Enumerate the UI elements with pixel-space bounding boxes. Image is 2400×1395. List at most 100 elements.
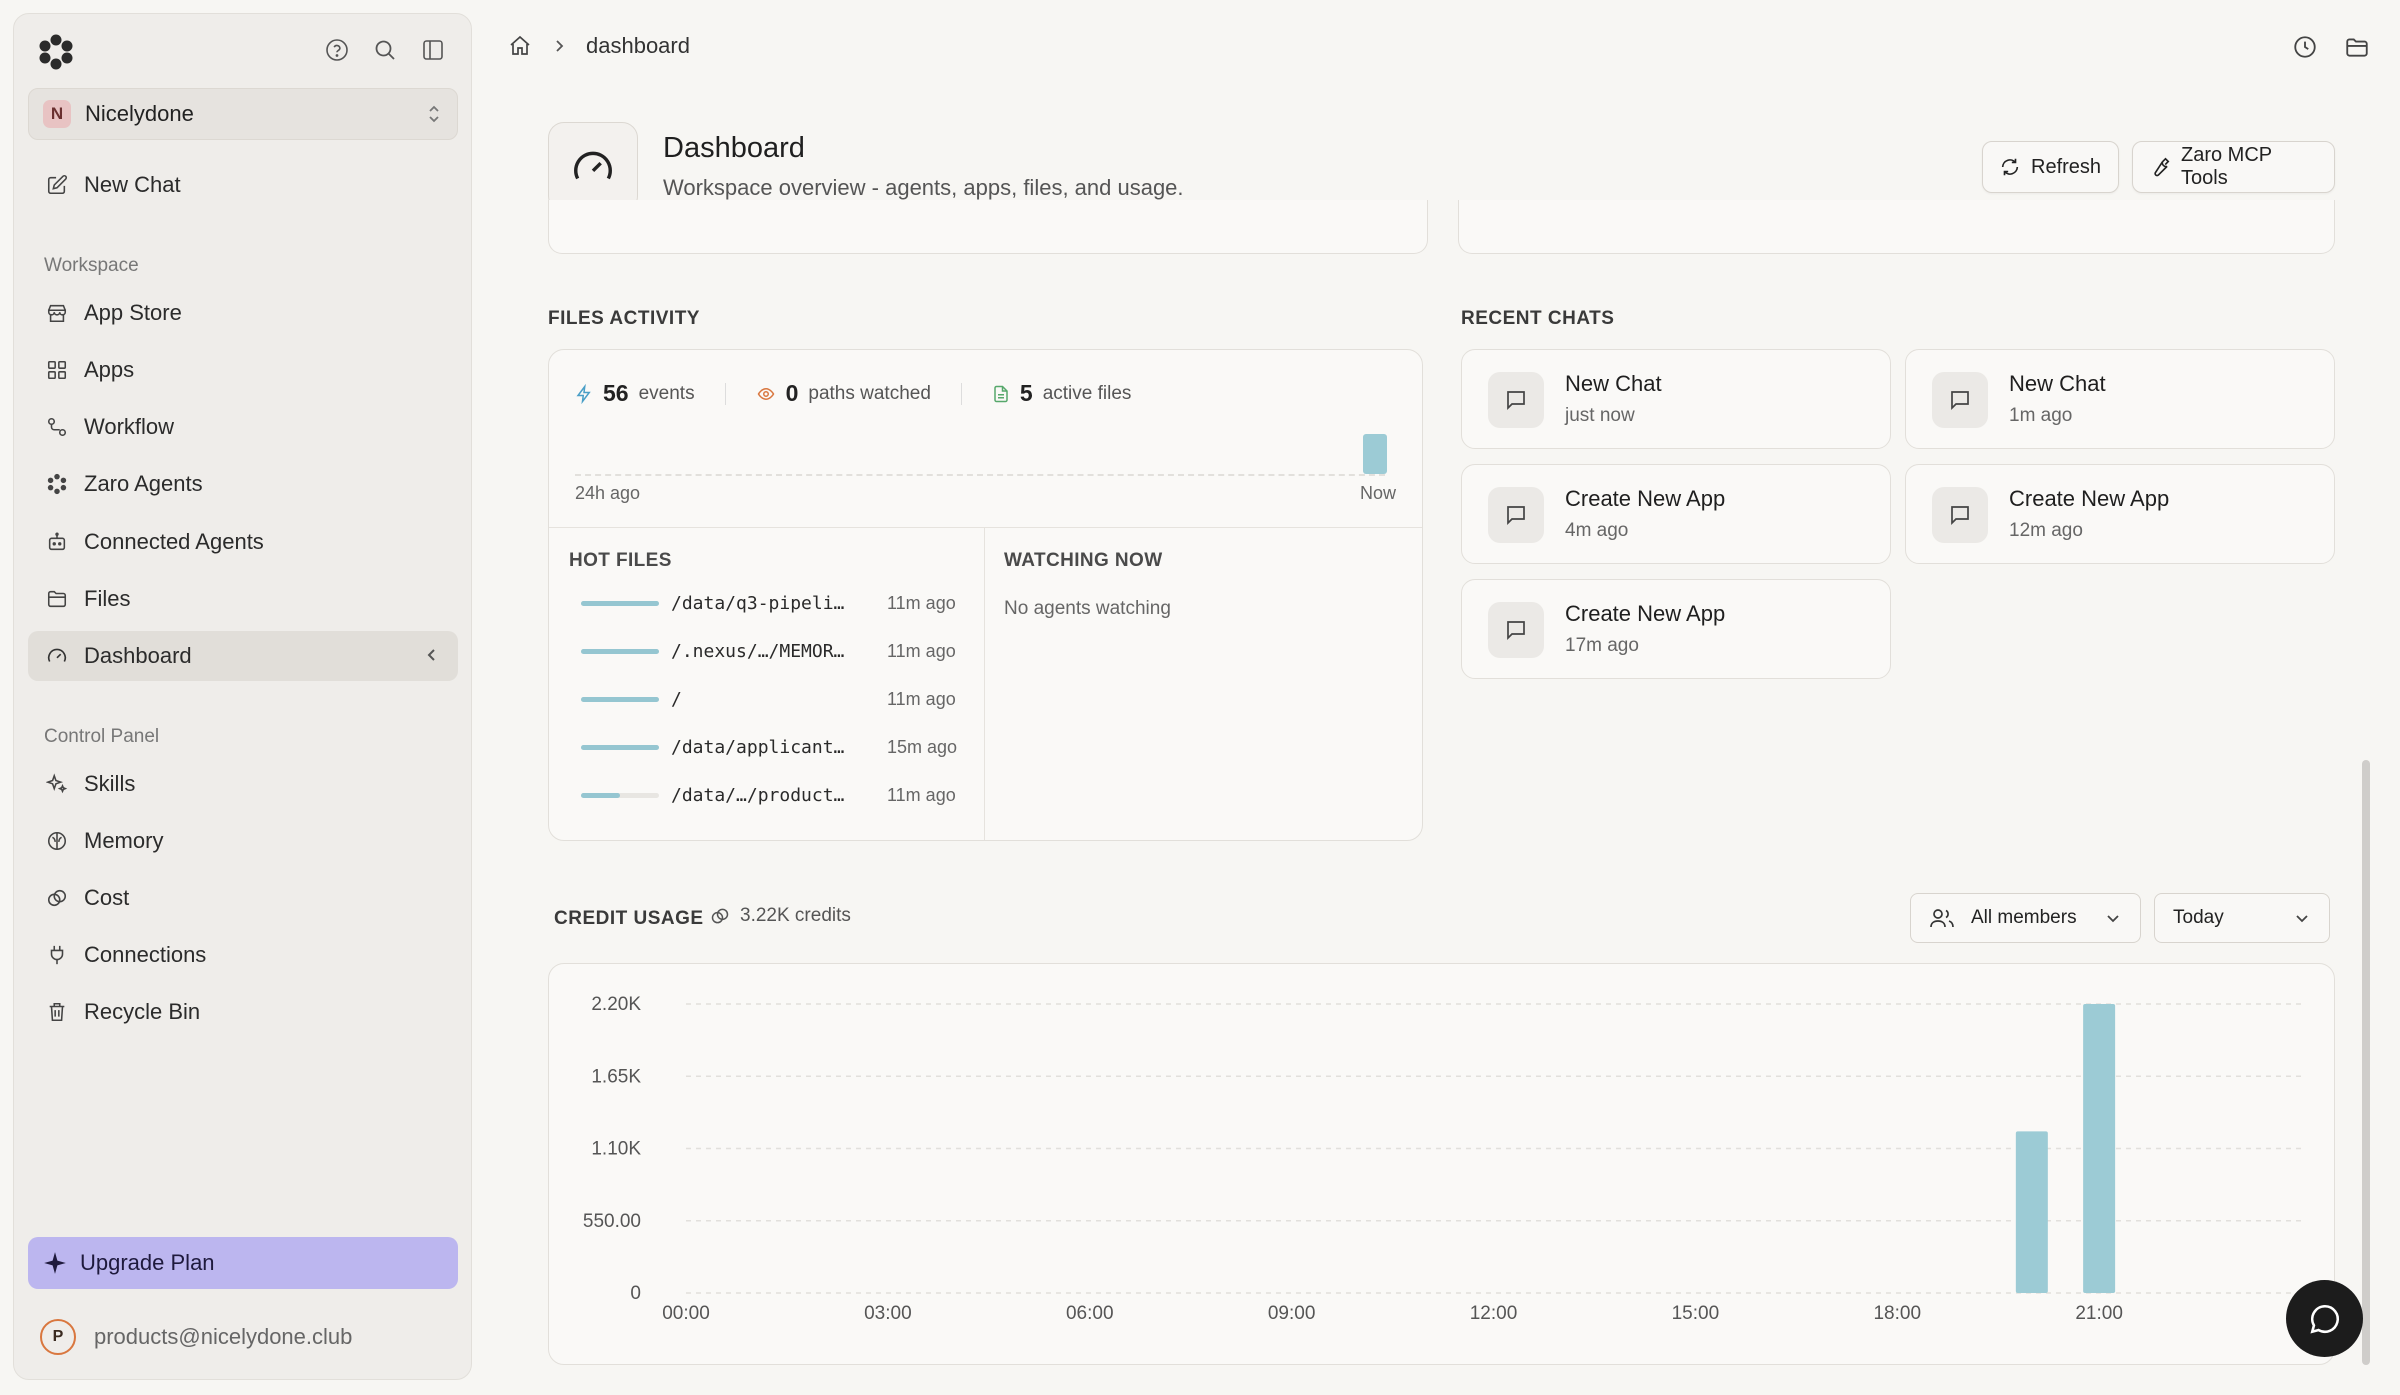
recent-chat-card[interactable]: New Chat just now: [1461, 349, 1891, 449]
range-filter-dropdown[interactable]: Today: [2154, 893, 2330, 943]
credit-usage-chart: 2.20K 1.65K 1.10K 550.00 0 00:00 03:00 06:00 09:…: [583, 994, 2301, 1324]
credit-total: 3.22K credits: [710, 905, 851, 927]
workspace-switcher[interactable]: N Nicelydone: [28, 88, 458, 140]
upgrade-plan-button[interactable]: Upgrade Plan: [28, 1237, 458, 1289]
avatar: P: [40, 1319, 76, 1355]
message-icon: [1932, 372, 1988, 428]
hot-file-activity-bar: [581, 696, 659, 702]
credit-bar[interactable]: [2083, 1004, 2116, 1293]
message-icon: [1932, 487, 1988, 543]
breadcrumb: dashboard: [508, 33, 690, 59]
sidebar-item-apps[interactable]: Apps: [28, 345, 458, 395]
sidebar-item-cost[interactable]: Cost: [28, 873, 458, 923]
brain-icon: [44, 828, 70, 854]
hot-file-row[interactable]: /.nexus/…/MEMOR… 11m ago: [581, 636, 981, 666]
x-tick-label: 00:00: [662, 1303, 710, 1324]
file-icon: [992, 384, 1010, 404]
hot-file-row[interactable]: / 11m ago: [581, 684, 981, 714]
users-icon: [1929, 907, 1955, 929]
sidebar-item-label: Workflow: [84, 414, 175, 439]
hot-file-time: 11m ago: [887, 784, 956, 805]
workspace-name: Nicelydone: [85, 101, 194, 126]
search-icon[interactable]: [369, 34, 401, 66]
activity-spark-bar: [1363, 434, 1387, 474]
activity-sparkline: [575, 474, 1385, 476]
chat-time: 1m ago: [2009, 405, 2073, 426]
sidebar-item-memory[interactable]: Memory: [28, 816, 458, 866]
chat-bubble-button[interactable]: [2286, 1280, 2363, 1357]
sidebar-toggle-icon[interactable]: [417, 34, 449, 66]
recent-chat-card[interactable]: Create New App 12m ago: [1905, 464, 2335, 564]
sidebar-item-files[interactable]: Files: [28, 574, 458, 624]
members-filter-dropdown[interactable]: All members: [1910, 893, 2141, 943]
sidebar-item-label: Memory: [84, 828, 164, 853]
sidebar-item-label: App Store: [84, 300, 182, 325]
chat-time: just now: [1565, 405, 1635, 426]
hot-file-time: 11m ago: [887, 592, 956, 613]
chevron-left-icon[interactable]: [422, 645, 442, 665]
help-icon[interactable]: [321, 34, 353, 66]
credit-usage-title: CREDIT USAGE: [554, 908, 704, 929]
hot-file-time: 11m ago: [887, 688, 956, 709]
home-icon[interactable]: [508, 34, 532, 58]
hot-file-row[interactable]: /data/applicant… 15m ago: [581, 732, 981, 762]
files-activity-title: FILES ACTIVITY: [548, 308, 700, 329]
sidebar-item-connected-agents[interactable]: Connected Agents: [28, 517, 458, 567]
paths-label: paths watched: [808, 382, 931, 404]
page-subtitle: Workspace overview - agents, apps, files…: [663, 175, 1184, 200]
watching-empty-state: No agents watching: [1004, 598, 1171, 619]
zaro-mcp-tools-button[interactable]: Zaro MCP Tools: [2132, 141, 2335, 193]
recent-chat-card[interactable]: Create New App 17m ago: [1461, 579, 1891, 679]
bolt-icon: [575, 383, 593, 404]
sidebar-item-connections[interactable]: Connections: [28, 930, 458, 980]
app-logo-icon[interactable]: [36, 32, 76, 72]
new-chat-button[interactable]: New Chat: [28, 160, 458, 210]
chevron-down-icon: [2293, 909, 2311, 927]
hot-file-row[interactable]: /data/q3-pipeli… 11m ago: [581, 588, 981, 618]
coins-icon: [44, 885, 70, 911]
sidebar-item-recycle-bin[interactable]: Recycle Bin: [28, 987, 458, 1037]
sparkline-start-label: 24h ago: [575, 483, 641, 503]
credit-total-value: 3.22K credits: [740, 905, 851, 926]
range-filter-value: Today: [2173, 907, 2224, 928]
sidebar-item-zaro-agents[interactable]: Zaro Agents: [28, 459, 458, 509]
chat-time: 17m ago: [1565, 635, 1639, 656]
eye-icon: [756, 385, 776, 403]
members-filter-value: All members: [1971, 907, 2077, 928]
sidebar-item-dashboard[interactable]: Dashboard: [28, 631, 458, 681]
history-icon[interactable]: [2292, 34, 2318, 60]
coins-icon: [710, 906, 730, 926]
scrollbar[interactable]: [2362, 760, 2370, 1365]
plug-icon: [44, 942, 70, 968]
overview-card-right: [1458, 200, 2335, 254]
mcp-tools-label: Zaro MCP Tools: [2181, 144, 2272, 189]
trash-icon: [44, 999, 70, 1025]
chat-title: New Chat: [2009, 371, 2106, 396]
credit-bar[interactable]: [2015, 1131, 2048, 1293]
folder-open-icon[interactable]: [2344, 34, 2370, 60]
account-menu[interactable]: P products@nicelydone.club: [40, 1319, 352, 1355]
hot-file-time: 11m ago: [887, 640, 956, 661]
chevron-right-icon: [552, 39, 566, 53]
apps-grid-icon: [44, 357, 70, 383]
hot-file-path: /data/applicant…: [671, 736, 845, 758]
recent-chat-card[interactable]: Create New App 4m ago: [1461, 464, 1891, 564]
chat-time: 4m ago: [1565, 520, 1629, 541]
workflow-icon: [44, 414, 70, 440]
y-tick-label: 2.20K: [591, 994, 641, 1015]
sidebar-item-app-store[interactable]: App Store: [28, 288, 458, 338]
hot-file-time: 15m ago: [887, 736, 958, 757]
recent-chat-card[interactable]: New Chat 1m ago: [1905, 349, 2335, 449]
store-icon: [44, 300, 70, 326]
hot-file-row[interactable]: /data/…/product… 11m ago: [581, 780, 981, 810]
refresh-button[interactable]: Refresh: [1982, 141, 2119, 193]
sidebar-item-skills[interactable]: Skills: [28, 759, 458, 809]
sidebar-item-label: Files: [84, 586, 131, 611]
sidebar: N Nicelydone New Chat Workspace App Stor…: [13, 13, 472, 1380]
hot-file-path: /.nexus/…/MEMOR…: [671, 640, 845, 662]
sidebar-item-workflow[interactable]: Workflow: [28, 402, 458, 452]
x-tick-label: 18:00: [1873, 1303, 1921, 1324]
message-icon: [1488, 372, 1544, 428]
chat-title: Create New App: [2009, 486, 2170, 511]
hot-files-title: HOT FILES: [569, 550, 672, 571]
